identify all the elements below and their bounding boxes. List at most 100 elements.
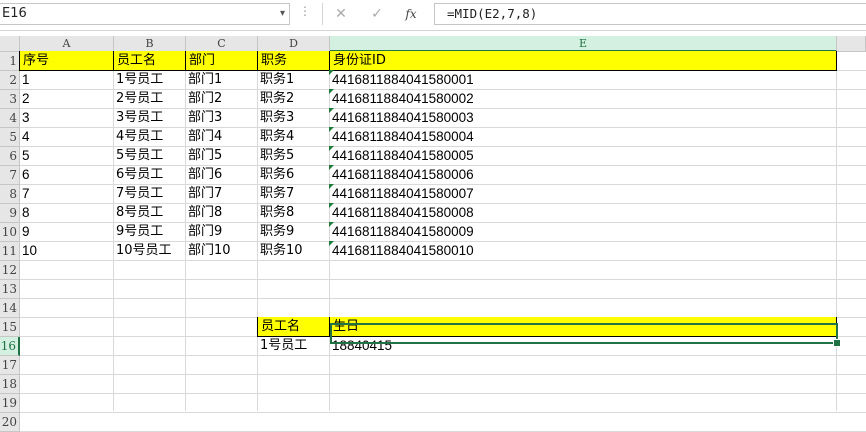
row-header-7[interactable]: 7 <box>0 166 20 185</box>
cell-e5[interactable]: 4416811884041580004 <box>329 127 837 147</box>
more-icon[interactable]: ⋮ <box>299 4 311 18</box>
row-header-15[interactable]: 15 <box>0 318 20 337</box>
cell-e10[interactable]: 4416811884041580009 <box>329 222 837 242</box>
cell-value: 职务3 <box>260 110 295 125</box>
insert-function-icon[interactable]: fx <box>400 4 422 24</box>
header-cell-a[interactable]: 序号 <box>19 51 114 71</box>
cell-d8[interactable]: 职务7 <box>257 184 330 204</box>
cell-d2[interactable]: 职务1 <box>257 70 330 90</box>
cell-e6[interactable]: 4416811884041580005 <box>329 146 837 166</box>
cell-a11[interactable]: 10 <box>19 241 114 261</box>
cell-a10[interactable]: 9 <box>19 222 114 242</box>
header-cell-c[interactable]: 部门 <box>185 51 258 71</box>
cell-c9[interactable]: 部门8 <box>185 203 258 223</box>
formula-input[interactable]: =MID(E2,7,8) <box>434 3 866 25</box>
cell-e3[interactable]: 4416811884041580002 <box>329 89 837 109</box>
cell-d6[interactable]: 职务5 <box>257 146 330 166</box>
row-header-9[interactable]: 9 <box>0 204 20 223</box>
active-cell-selection[interactable] <box>330 323 838 344</box>
cell-a6[interactable]: 5 <box>19 146 114 166</box>
cell-b4[interactable]: 3号员工 <box>113 108 186 128</box>
row-header-13[interactable]: 13 <box>0 280 20 299</box>
fill-handle[interactable] <box>833 339 841 347</box>
chevron-down-icon[interactable]: ▾ <box>280 4 285 24</box>
header-cell-d[interactable]: 职务 <box>257 51 330 71</box>
cell-b11[interactable]: 10号员工 <box>113 241 186 261</box>
row-header-1[interactable]: 1 <box>0 52 20 71</box>
cell-a9[interactable]: 8 <box>19 203 114 223</box>
cell-a3[interactable]: 2 <box>19 89 114 109</box>
row-header-19[interactable]: 19 <box>0 394 20 413</box>
cell-c10[interactable]: 部门9 <box>185 222 258 242</box>
header-cell-e[interactable]: 身份证ID <box>329 51 837 71</box>
cell-b2[interactable]: 1号员工 <box>113 70 186 90</box>
cell-c6[interactable]: 部门5 <box>185 146 258 166</box>
column-header-c[interactable]: C <box>186 36 258 52</box>
cell-e7[interactable]: 4416811884041580006 <box>329 165 837 185</box>
cell-e9[interactable]: 4416811884041580008 <box>329 203 837 223</box>
confirm-icon[interactable]: ✓ <box>366 4 388 24</box>
column-header-d[interactable]: D <box>258 36 330 52</box>
cell-value: 职务 <box>261 53 288 68</box>
cell-a7[interactable]: 6 <box>19 165 114 185</box>
cell-d7[interactable]: 职务6 <box>257 165 330 185</box>
column-header-b[interactable]: B <box>114 36 186 52</box>
row-header-17[interactable]: 17 <box>0 356 20 375</box>
cell-value: 1号员工 <box>260 338 308 353</box>
cell-value: 职务10 <box>260 243 303 258</box>
select-all-corner[interactable] <box>0 36 20 52</box>
cell-b8[interactable]: 7号员工 <box>113 184 186 204</box>
cell-c5[interactable]: 部门4 <box>185 127 258 147</box>
cell-a4[interactable]: 3 <box>19 108 114 128</box>
cancel-icon[interactable]: ✕ <box>330 4 352 24</box>
row-header-5[interactable]: 5 <box>0 128 20 147</box>
cell-e8[interactable]: 4416811884041580007 <box>329 184 837 204</box>
cell-c7[interactable]: 部门6 <box>185 165 258 185</box>
cell-e4[interactable]: 4416811884041580003 <box>329 108 837 128</box>
lookup-header-name[interactable]: 员工名 <box>257 317 330 337</box>
cell-b7[interactable]: 6号员工 <box>113 165 186 185</box>
row-header-10[interactable]: 10 <box>0 223 20 242</box>
cell-c8[interactable]: 部门7 <box>185 184 258 204</box>
lookup-employee-cell[interactable]: 1号员工 <box>257 336 330 356</box>
row-header-3[interactable]: 3 <box>0 90 20 109</box>
name-box[interactable]: E16 ▾ <box>0 3 290 25</box>
cell-b10[interactable]: 9号员工 <box>113 222 186 242</box>
cell-a5[interactable]: 4 <box>19 127 114 147</box>
cell-b5[interactable]: 4号员工 <box>113 127 186 147</box>
row-header-18[interactable]: 18 <box>0 375 20 394</box>
cell-d10[interactable]: 职务9 <box>257 222 330 242</box>
row-header-16[interactable]: 16 <box>0 337 20 356</box>
cell-e11[interactable]: 4416811884041580010 <box>329 241 837 261</box>
cell-value: 4416811884041580002 <box>332 91 474 106</box>
cell-d9[interactable]: 职务8 <box>257 203 330 223</box>
cell-c3[interactable]: 部门2 <box>185 89 258 109</box>
grid-line <box>20 393 866 394</box>
cell-c11[interactable]: 部门10 <box>185 241 258 261</box>
cell-a8[interactable]: 7 <box>19 184 114 204</box>
cell-c4[interactable]: 部门3 <box>185 108 258 128</box>
row-header-11[interactable]: 11 <box>0 242 20 261</box>
column-header-a[interactable]: A <box>20 36 114 52</box>
column-header-e[interactable]: E <box>330 36 837 52</box>
row-header-6[interactable]: 6 <box>0 147 20 166</box>
cell-b9[interactable]: 8号员工 <box>113 203 186 223</box>
header-cell-b[interactable]: 员工名 <box>113 51 186 71</box>
cell-d5[interactable]: 职务4 <box>257 127 330 147</box>
cell-b3[interactable]: 2号员工 <box>113 89 186 109</box>
cell-b6[interactable]: 5号员工 <box>113 146 186 166</box>
row-header-2[interactable]: 2 <box>0 71 20 90</box>
row-header-8[interactable]: 8 <box>0 185 20 204</box>
cell-d3[interactable]: 职务2 <box>257 89 330 109</box>
column-header-f[interactable] <box>837 36 866 52</box>
row-header-4[interactable]: 4 <box>0 109 20 128</box>
grid-line <box>20 298 866 299</box>
row-header-12[interactable]: 12 <box>0 261 20 280</box>
cell-a2[interactable]: 1 <box>19 70 114 90</box>
row-header-14[interactable]: 14 <box>0 299 20 318</box>
cell-e2[interactable]: 441681188404158000​1 <box>329 70 837 90</box>
cell-c2[interactable]: 部门1 <box>185 70 258 90</box>
cell-d11[interactable]: 职务10 <box>257 241 330 261</box>
cell-d4[interactable]: 职务3 <box>257 108 330 128</box>
row-header-20[interactable]: 20 <box>0 413 20 432</box>
